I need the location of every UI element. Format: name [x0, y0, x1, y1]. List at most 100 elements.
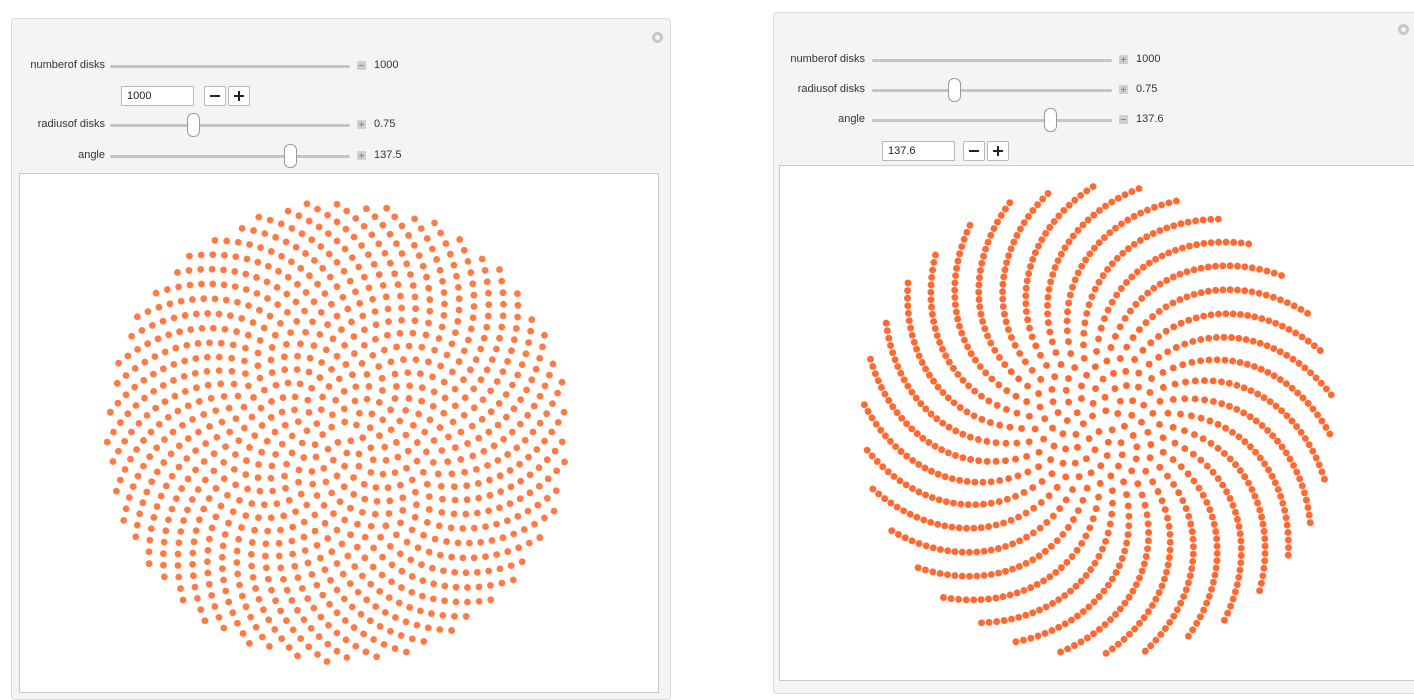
disk — [242, 603, 250, 611]
number-of-disks-slider[interactable] — [872, 59, 1112, 62]
disk — [291, 562, 299, 570]
disk — [1241, 263, 1249, 271]
disk — [1045, 285, 1053, 293]
disk — [485, 289, 492, 297]
disk — [423, 518, 431, 526]
disk — [1023, 398, 1031, 406]
disk — [1258, 315, 1266, 323]
disk — [275, 552, 283, 560]
disk — [256, 336, 264, 344]
disk — [1220, 333, 1228, 341]
disk — [271, 626, 279, 633]
disk — [512, 325, 520, 332]
minus-icon[interactable] — [357, 61, 366, 70]
angle-value: 137.6 — [1136, 113, 1164, 125]
gear-icon[interactable] — [652, 32, 663, 43]
number-of-disks-slider[interactable] — [110, 65, 350, 68]
disk — [494, 421, 502, 429]
disk — [242, 512, 250, 520]
disk — [925, 438, 933, 446]
disk — [412, 501, 420, 509]
disk — [1065, 201, 1073, 209]
radius-of-disks-slider[interactable] — [110, 124, 350, 127]
plus-icon[interactable] — [1119, 55, 1128, 64]
disk — [177, 585, 184, 592]
disk — [936, 546, 944, 553]
disk — [495, 400, 503, 407]
disk — [460, 347, 468, 355]
angle-slider-thumb[interactable] — [284, 144, 297, 168]
disk — [1106, 520, 1114, 528]
disk — [1108, 198, 1116, 206]
disk — [1124, 531, 1132, 539]
angle-input[interactable]: 137.6 — [882, 141, 955, 161]
plus-icon[interactable] — [357, 151, 366, 160]
disk — [257, 244, 264, 251]
disk — [1001, 361, 1009, 369]
disk — [305, 643, 313, 651]
disk — [255, 306, 263, 314]
disk — [1272, 319, 1280, 327]
radius-of-disks-slider[interactable] — [872, 89, 1112, 92]
disk — [318, 359, 325, 366]
disk — [1139, 263, 1147, 271]
angle-slider[interactable] — [872, 119, 1112, 122]
disk — [887, 499, 895, 507]
disk — [261, 230, 269, 237]
disk — [1265, 317, 1273, 325]
disk — [934, 520, 942, 528]
decrement-button[interactable] — [204, 86, 226, 106]
disk — [1285, 325, 1293, 333]
angle-slider-thumb[interactable] — [1044, 108, 1057, 132]
disk — [121, 437, 129, 445]
disk — [1259, 520, 1267, 528]
disk — [464, 584, 471, 591]
disk — [443, 538, 450, 545]
minus-icon[interactable] — [1119, 115, 1128, 124]
plus-icon[interactable] — [1119, 85, 1128, 94]
disk — [1125, 522, 1133, 530]
disk — [1261, 557, 1269, 565]
disk — [251, 432, 259, 439]
disk — [448, 340, 456, 348]
disk — [192, 355, 200, 362]
disk — [508, 428, 516, 436]
disk — [110, 428, 117, 436]
disk — [243, 255, 251, 263]
disk — [308, 571, 316, 578]
disk — [303, 200, 311, 208]
angle-slider[interactable] — [110, 155, 350, 158]
decrement-button[interactable] — [963, 141, 985, 161]
disk — [1189, 337, 1197, 345]
disk — [1096, 206, 1103, 214]
disk — [904, 294, 911, 302]
gear-icon[interactable] — [1398, 24, 1409, 35]
disk — [1255, 289, 1263, 297]
plus-icon[interactable] — [357, 120, 366, 129]
disk — [215, 367, 223, 375]
disk — [977, 310, 985, 318]
radius-slider-thumb[interactable] — [187, 113, 200, 137]
disk — [429, 595, 437, 603]
disk — [350, 474, 357, 481]
disk — [1111, 385, 1119, 393]
disk — [987, 478, 995, 486]
number-of-disks-input[interactable]: 1000 — [121, 86, 194, 106]
manipulate-panel-right: numberof disks 1000 radiusof disks 0.75 … — [773, 12, 1414, 694]
disk — [917, 400, 925, 408]
disk — [967, 456, 975, 463]
disk — [1144, 206, 1151, 214]
radius-slider-thumb[interactable] — [948, 78, 961, 102]
disk — [281, 366, 289, 374]
increment-button[interactable] — [228, 86, 250, 106]
disk — [304, 595, 312, 602]
disk — [939, 419, 947, 427]
increment-button[interactable] — [987, 141, 1009, 161]
disk — [929, 266, 937, 274]
disk — [944, 449, 952, 457]
disk — [979, 317, 987, 325]
disk — [1095, 428, 1103, 435]
disk — [397, 292, 404, 300]
disk — [992, 521, 1000, 529]
disk — [125, 494, 133, 501]
